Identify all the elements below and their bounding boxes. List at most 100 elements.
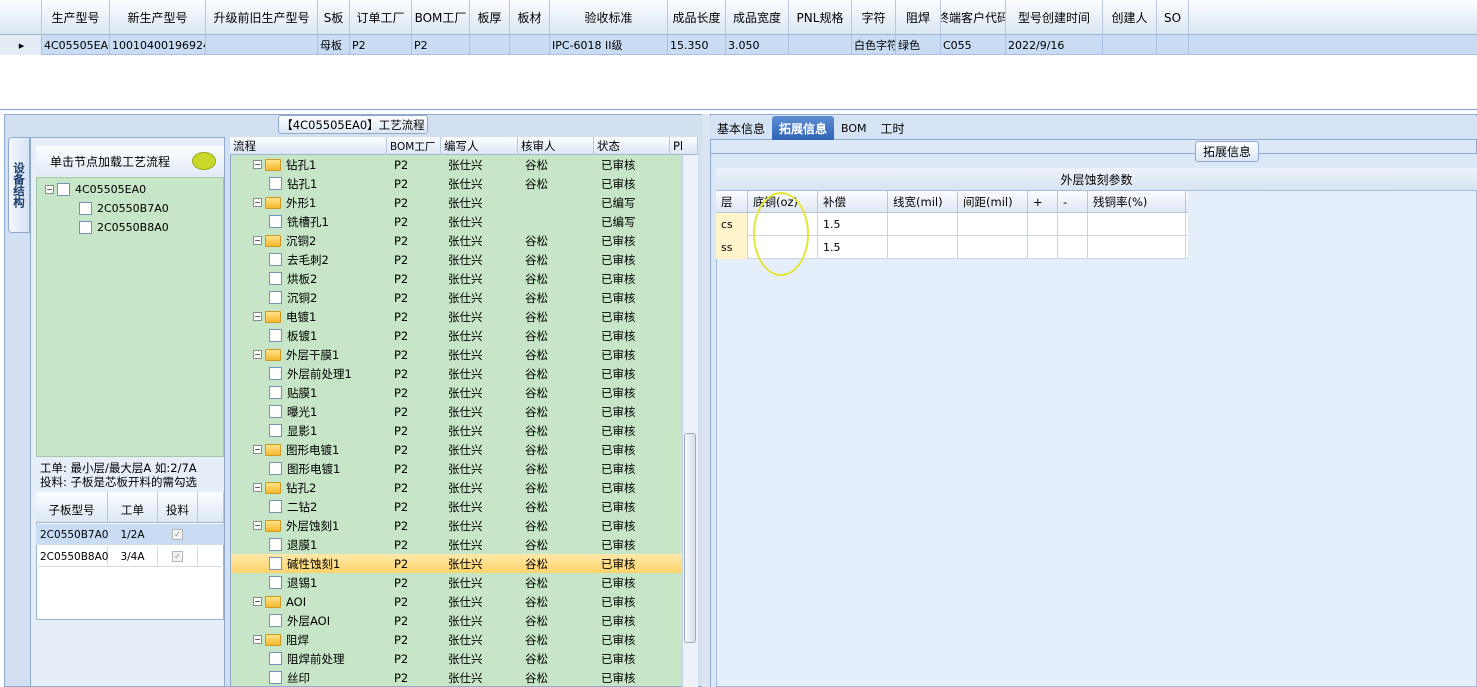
flow-row[interactable]: 烘板2 P2 张仕兴 谷松 已审核 [231, 269, 682, 288]
column-header[interactable]: 创建人 [1103, 0, 1157, 35]
collapse-icon[interactable]: − [253, 445, 262, 454]
etch-cell[interactable] [1058, 236, 1088, 259]
grid-cell[interactable] [789, 35, 852, 55]
column-header[interactable]: 订单工厂 [350, 0, 412, 35]
column-header[interactable]: 投料 [158, 492, 198, 527]
grid-cell[interactable]: P2 [350, 35, 412, 55]
column-header[interactable]: PNL规格 [789, 0, 852, 35]
grid-cell[interactable]: C055 [941, 35, 1006, 55]
flow-row[interactable]: 曝光1 P2 张仕兴 谷松 已审核 [231, 402, 682, 421]
flow-row[interactable]: 阻焊前处理 P2 张仕兴 谷松 已审核 [231, 649, 682, 668]
column-header[interactable]: - [1058, 191, 1088, 213]
flow-row[interactable]: 沉铜2 P2 张仕兴 谷松 已审核 [231, 288, 682, 307]
tree-node-child[interactable]: 2C0550B8A0 [79, 218, 169, 237]
column-header[interactable]: 字符 [852, 0, 896, 35]
flow-row[interactable]: 钻孔1 P2 张仕兴 谷松 已审核 [231, 174, 682, 193]
flow-row[interactable]: 显影1 P2 张仕兴 谷松 已审核 [231, 421, 682, 440]
column-header[interactable]: SO [1157, 0, 1189, 35]
column-header[interactable]: 层 [716, 191, 748, 213]
flow-row[interactable]: 丝印 P2 张仕兴 谷松 已审核 [231, 668, 682, 687]
collapse-icon[interactable]: − [253, 597, 262, 606]
collapse-icon[interactable]: − [253, 160, 262, 169]
grid-cell[interactable]: 白色字符 [852, 35, 896, 55]
grid-cell[interactable]: 母板 [318, 35, 350, 55]
feed-checkbox[interactable]: ✓ [172, 529, 183, 540]
panel-splitter[interactable] [702, 114, 710, 687]
row-indicator-icon[interactable]: ▸ [0, 35, 42, 55]
tree-node-child[interactable]: 2C0550B7A0 [79, 199, 169, 218]
column-header[interactable]: + [1028, 191, 1058, 213]
feed-checkbox[interactable]: ✓ [172, 551, 183, 562]
flow-row[interactable]: − 沉铜2 P2 张仕兴 谷松 已审核 [231, 231, 682, 250]
flow-row[interactable]: 退锡1 P2 张仕兴 谷松 已审核 [231, 573, 682, 592]
flow-row[interactable]: − 图形电镀1 P2 张仕兴 谷松 已审核 [231, 440, 682, 459]
column-header[interactable]: 线宽(mil) [888, 191, 958, 213]
flow-row[interactable]: − 外形1 P2 张仕兴 已编写 [231, 193, 682, 212]
column-header[interactable]: 成品长度 [668, 0, 726, 35]
column-header[interactable]: 间距(mil) [958, 191, 1028, 213]
grid-cell[interactable]: P2 [412, 35, 470, 55]
tab-work-hours[interactable]: 工时 [874, 116, 912, 140]
column-header[interactable]: 阻焊 [896, 0, 941, 35]
feed-cell[interactable]: ✓ [158, 524, 198, 545]
flow-row[interactable]: − 阻焊 P2 张仕兴 谷松 已审核 [231, 630, 682, 649]
flow-row[interactable]: 贴膜1 P2 张仕兴 谷松 已审核 [231, 383, 682, 402]
etch-cell[interactable] [958, 213, 1028, 236]
collapse-icon[interactable]: − [253, 236, 262, 245]
column-header[interactable]: 状态 [594, 137, 670, 155]
flow-scrollbar-thumb[interactable] [684, 433, 696, 643]
column-header[interactable]: 残铜率(%) [1088, 191, 1186, 213]
collapse-icon[interactable]: − [253, 198, 262, 207]
sub-board-row[interactable]: 2C0550B7A0 1/2A ✓ [36, 524, 224, 545]
column-header[interactable]: 生产型号 [42, 0, 110, 35]
product-grid-row[interactable]: ▸ 4C05505EA0 10010400196924 母板 P2 P2 IPC-6018 … [0, 35, 1477, 55]
collapse-icon[interactable]: − [45, 185, 54, 194]
grid-cell[interactable]: 15.350 [668, 35, 726, 55]
grid-cell[interactable]: 2022/9/16 [1006, 35, 1103, 55]
sub-board-order[interactable]: 3/4A [108, 546, 158, 567]
etch-cell[interactable] [888, 213, 958, 236]
column-header[interactable]: 补偿 [818, 191, 888, 213]
flow-row[interactable]: 图形电镀1 P2 张仕兴 谷松 已审核 [231, 459, 682, 478]
column-header[interactable]: 成品宽度 [726, 0, 789, 35]
flow-row[interactable]: − 电镀1 P2 张仕兴 谷松 已审核 [231, 307, 682, 326]
column-header[interactable]: 工单 [108, 492, 158, 527]
etch-cell[interactable] [888, 236, 958, 259]
flow-row[interactable]: − AOI P2 张仕兴 谷松 已审核 [231, 592, 682, 611]
tab-bom[interactable]: BOM [834, 116, 874, 140]
grid-cell[interactable]: 10010400196924 [110, 35, 206, 55]
etch-cell[interactable] [1088, 213, 1186, 236]
flow-row[interactable]: − 外层干膜1 P2 张仕兴 谷松 已审核 [231, 345, 682, 364]
collapse-icon[interactable]: − [253, 350, 262, 359]
column-header[interactable]: 子板型号 [36, 492, 108, 527]
tree-node-root[interactable]: − 4C05505EA0 [45, 180, 146, 199]
flow-row[interactable]: 退膜1 P2 张仕兴 谷松 已审核 [231, 535, 682, 554]
grid-cell[interactable]: IPC-6018 II级 [550, 35, 668, 55]
column-header[interactable]: 型号创建时间 [1006, 0, 1103, 35]
column-header[interactable]: BOM工厂 [387, 137, 441, 155]
grid-cell[interactable] [1103, 35, 1157, 55]
column-header[interactable]: 板厚 [470, 0, 510, 35]
feed-cell[interactable]: ✓ [158, 546, 198, 567]
etch-cell[interactable]: ss [716, 236, 748, 259]
column-header[interactable]: 板材 [510, 0, 550, 35]
collapse-icon[interactable]: − [253, 521, 262, 530]
grid-cell[interactable] [1157, 35, 1189, 55]
column-header[interactable]: 新生产型号 [110, 0, 206, 35]
grid-cell[interactable]: 4C05505EA0 [42, 35, 110, 55]
flow-row[interactable]: 外层前处理1 P2 张仕兴 谷松 已审核 [231, 364, 682, 383]
flow-row[interactable]: 去毛刺2 P2 张仕兴 谷松 已审核 [231, 250, 682, 269]
etch-cell[interactable] [1058, 213, 1088, 236]
tab-basic-info[interactable]: 基本信息 [710, 116, 772, 140]
grid-cell[interactable]: 绿色 [896, 35, 941, 55]
flow-row[interactable]: 二钻2 P2 张仕兴 谷松 已审核 [231, 497, 682, 516]
flow-row[interactable]: 碱性蚀刻1 P2 张仕兴 谷松 已审核 [231, 554, 682, 573]
column-header[interactable]: 终端客户代码 [941, 0, 1006, 35]
flow-row[interactable]: − 钻孔1 P2 张仕兴 谷松 已审核 [231, 155, 682, 174]
column-header[interactable]: 升级前旧生产型号 [206, 0, 318, 35]
flow-row[interactable]: − 钻孔2 P2 张仕兴 谷松 已审核 [231, 478, 682, 497]
flow-row[interactable]: 铣槽孔1 P2 张仕兴 已编写 [231, 212, 682, 231]
etch-cell[interactable] [1088, 236, 1186, 259]
grid-cell[interactable]: 3.050 [726, 35, 789, 55]
sub-board-order[interactable]: 1/2A [108, 524, 158, 545]
